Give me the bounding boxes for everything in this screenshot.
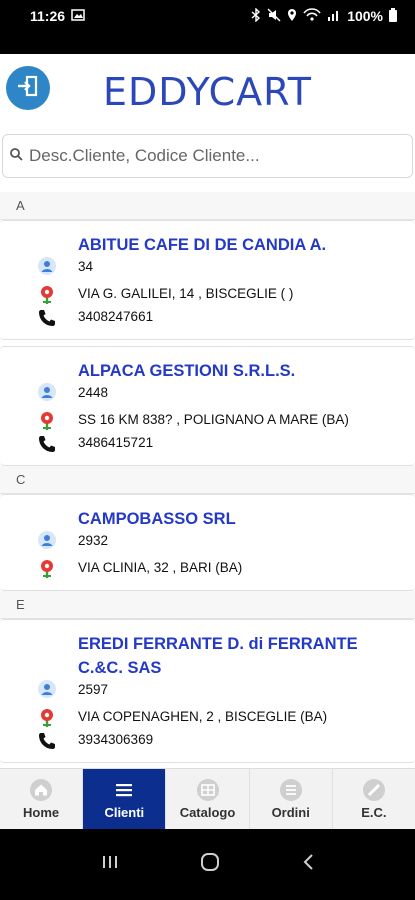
search-icon (9, 147, 23, 166)
status-right: 100% (251, 6, 397, 25)
phone-icon (36, 307, 58, 329)
client-code: 2448 (78, 385, 109, 400)
section-header-c: C (0, 466, 415, 494)
tab-ordini[interactable]: Ordini (250, 769, 333, 829)
client-address-row: SS 16 KM 838? , POLIGNANO A MARE (BA) (0, 409, 415, 432)
tab-ordini-label: Ordini (271, 804, 310, 820)
person-icon (36, 381, 58, 403)
map-pin-icon (36, 284, 58, 306)
back-nav-button[interactable] (301, 852, 315, 877)
client-address-row: VIA G. GALILEI, 14 , BISCEGLIE ( ) (0, 283, 415, 306)
phone-icon (36, 433, 58, 455)
client-code-row: 2448 (0, 383, 415, 403)
section-header-a: A (0, 192, 415, 220)
app-header: EDDYCART (0, 54, 415, 132)
gallery-icon (71, 8, 85, 24)
client-phone: 3408247661 (78, 309, 154, 324)
person-icon (36, 678, 58, 700)
client-code-row: 34 (0, 257, 415, 277)
system-nav-bar (0, 829, 415, 900)
list-icon (113, 779, 135, 801)
client-code: 2597 (78, 682, 109, 697)
status-left: 11:26 (30, 8, 85, 24)
person-icon (36, 529, 58, 551)
client-code: 34 (78, 259, 94, 274)
client-phone-row[interactable]: 3934306369 (0, 729, 415, 752)
recent-apps-button[interactable] (100, 853, 120, 876)
client-address: VIA COPENAGHEN, 2 , BISCEGLIE (BA) (78, 709, 328, 724)
orders-icon (279, 778, 302, 801)
client-list: A ABITUE CAFE DI DE CANDIA A. 34 VIA G. … (0, 192, 415, 763)
tab-clienti[interactable]: Clienti (83, 769, 167, 829)
home-icon (30, 778, 53, 801)
client-address: SS 16 KM 838? , POLIGNANO A MARE (BA) (78, 412, 349, 427)
tab-catalogo[interactable]: Catalogo (166, 769, 250, 829)
tab-catalogo-label: Catalogo (179, 804, 236, 820)
client-phone: 3934306369 (78, 732, 154, 747)
map-pin-icon (36, 558, 58, 580)
app-title: EDDYCART (103, 70, 312, 114)
search-bar[interactable] (2, 134, 413, 178)
client-code-row: 2932 (0, 531, 415, 551)
client-address-row: VIA CLINIA, 32 , BARI (BA) (0, 557, 415, 580)
client-address: VIA CLINIA, 32 , BARI (BA) (78, 560, 243, 575)
client-name: CAMPOBASSO SRL (78, 510, 236, 528)
ec-icon (362, 778, 385, 801)
tab-home[interactable]: Home (0, 769, 84, 829)
client-name: ABITUE CAFE DI DE CANDIA A. (78, 236, 327, 254)
map-pin-icon (36, 707, 58, 729)
bluetooth-icon (251, 6, 261, 25)
status-time: 11:26 (30, 8, 66, 24)
client-code: 2932 (78, 533, 109, 548)
location-icon (287, 8, 297, 25)
battery-label: 100% (347, 8, 383, 24)
search-input[interactable] (29, 146, 389, 166)
client-card[interactable]: EREDI FERRANTE D. di FERRANTE C.&C. SAS … (0, 619, 415, 763)
tab-home-label: Home (23, 804, 60, 820)
cell-signal-icon (327, 8, 341, 25)
map-pin-icon (36, 410, 58, 432)
section-header-e: E (0, 591, 415, 619)
client-phone: 3486415721 (78, 435, 154, 450)
battery-icon (389, 7, 397, 25)
tab-ec[interactable]: E.C. (333, 769, 415, 829)
tab-ec-label: E.C. (361, 804, 387, 820)
home-nav-button[interactable] (199, 851, 221, 878)
status-bar: 11:26 100% (0, 0, 415, 32)
client-code-row: 2597 (0, 680, 415, 700)
person-icon (36, 255, 58, 277)
client-card[interactable]: CAMPOBASSO SRL 2932 VIA CLINIA, 32 , BAR… (0, 494, 415, 591)
client-phone-row[interactable]: 3408247661 (0, 306, 415, 329)
client-phone-row[interactable]: 3486415721 (0, 432, 415, 455)
bottom-tab-bar: Home Clienti Catalogo Ordini E.C. (0, 768, 415, 829)
client-name: ALPACA GESTIONI S.R.L.S. (78, 362, 296, 380)
client-card[interactable]: ALPACA GESTIONI S.R.L.S. 2448 SS 16 KM 8… (0, 346, 415, 466)
mute-icon (267, 8, 281, 25)
client-card[interactable]: ABITUE CAFE DI DE CANDIA A. 34 VIA G. GA… (0, 220, 415, 340)
app-screen: EDDYCART A ABITUE CAFE DI DE CANDIA A. 3… (0, 54, 415, 829)
client-address: VIA G. GALILEI, 14 , BISCEGLIE ( ) (78, 286, 294, 301)
phone-icon (36, 730, 58, 752)
client-name: EREDI FERRANTE D. di FERRANTE C.&C. SAS (78, 635, 358, 677)
catalog-icon (196, 778, 219, 801)
client-address-row: VIA COPENAGHEN, 2 , BISCEGLIE (BA) (0, 706, 415, 729)
wifi-signal-icon (303, 7, 321, 25)
tab-clienti-label: Clienti (104, 804, 145, 820)
